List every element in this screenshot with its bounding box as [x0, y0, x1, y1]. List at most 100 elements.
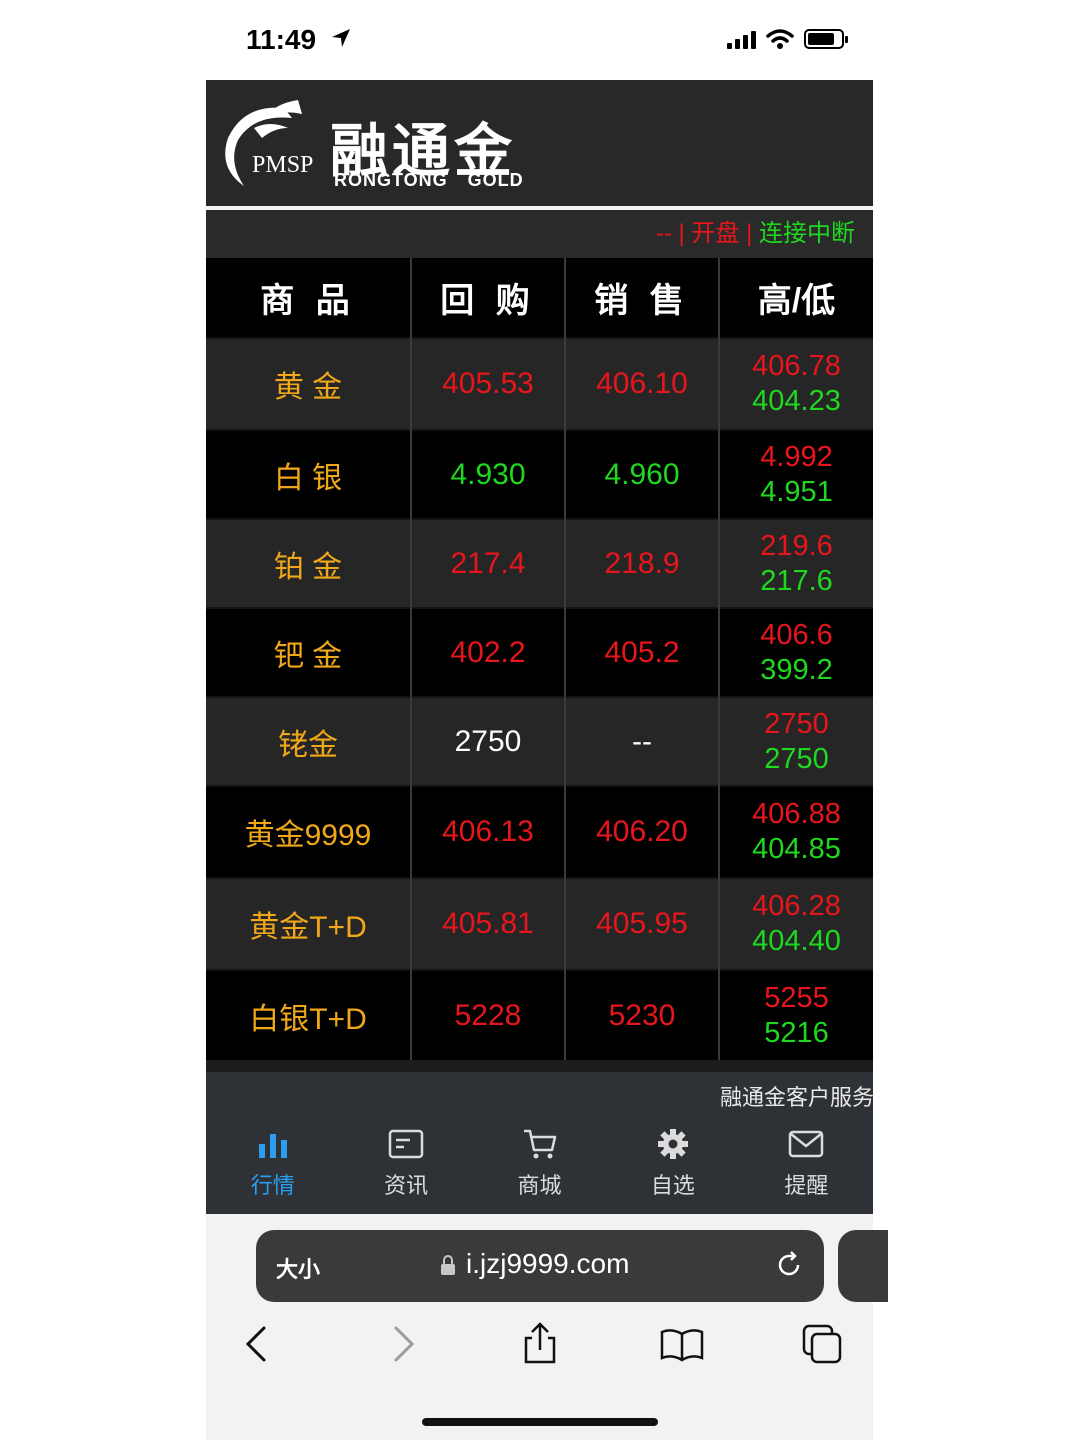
- cellular-signal-icon: [727, 29, 756, 49]
- connection-dash: --: [655, 220, 672, 247]
- table-row[interactable]: 黄金9999 406.13 406.20 406.88 404.85: [206, 785, 873, 878]
- quotes-table: 商 品 回 购 销 售 高/低 黄 金 405.53 406.10 406.78…: [206, 258, 873, 1060]
- status-time: 11:49: [246, 24, 352, 56]
- tab-label: 行情: [250, 1173, 295, 1198]
- text-size-button[interactable]: 大小: [276, 1252, 320, 1284]
- tabs-icon[interactable]: [800, 1322, 844, 1366]
- buyback-price: 217.4: [411, 518, 566, 608]
- safari-nav-row: [206, 1322, 873, 1372]
- product-name: 铑金: [206, 696, 412, 786]
- table-row[interactable]: 黄金T+D 405.81 405.95 406.28 404.40: [206, 877, 873, 970]
- tab-label: 商城: [517, 1173, 562, 1198]
- high-low-cell: 406.6 399.2: [719, 607, 873, 697]
- buyback-price: 4.930: [411, 429, 566, 519]
- reload-icon[interactable]: [774, 1250, 804, 1280]
- connection-separator: |: [678, 220, 685, 247]
- customer-service-marquee: 融通金客户服务: [206, 1072, 873, 1114]
- tab-mall[interactable]: 商城: [473, 1114, 606, 1214]
- high-price: 5255: [764, 981, 829, 1014]
- table-row[interactable]: 黄 金 405.53 406.10 406.78 404.23: [206, 337, 873, 430]
- back-icon[interactable]: [236, 1322, 280, 1366]
- share-icon[interactable]: [518, 1322, 562, 1366]
- logo-header: PMSP 融通金 RONGTONG GOLD: [206, 80, 873, 210]
- high-low-cell: 4.992 4.951: [719, 429, 873, 519]
- tab-label: 提醒: [784, 1173, 829, 1198]
- product-name: 黄金T+D: [206, 877, 412, 970]
- next-tab-preview[interactable]: [838, 1230, 888, 1302]
- logo-pmsp-text: PMSP: [252, 152, 314, 178]
- gear-icon: [657, 1129, 688, 1159]
- high-low-cell: 406.88 404.85: [719, 785, 873, 878]
- battery-icon: [804, 29, 848, 49]
- sell-price: 218.9: [565, 518, 720, 608]
- high-low-cell: 2750 2750: [719, 696, 873, 786]
- table-row[interactable]: 白银T+D 5228 5230 5255 5216: [206, 969, 873, 1060]
- tab-label: 资讯: [384, 1173, 429, 1198]
- bottom-tab-bar: 行情 资讯 商城 自选 提醒: [206, 1114, 873, 1214]
- tab-news[interactable]: 资讯: [339, 1114, 472, 1214]
- low-price: 399.2: [760, 653, 833, 686]
- sell-price: 406.10: [565, 337, 720, 430]
- bookmarks-icon[interactable]: [660, 1322, 704, 1366]
- logo-english-name: RONGTONG GOLD: [334, 170, 524, 190]
- connection-separator: |: [746, 220, 753, 247]
- high-price: 406.88: [752, 798, 841, 831]
- high-price: 219.6: [760, 529, 833, 562]
- product-name: 钯 金: [206, 607, 412, 697]
- low-price: 404.85: [752, 833, 841, 865]
- news-card-icon: [388, 1129, 424, 1159]
- status-icons: [727, 28, 848, 50]
- status-bar: 11:49: [0, 0, 1080, 80]
- bar-chart-icon: [258, 1134, 287, 1158]
- table-row[interactable]: 白 银 4.930 4.960 4.992 4.951: [206, 429, 873, 519]
- buyback-price: 2750: [411, 696, 566, 786]
- high-price: 406.78: [752, 350, 841, 383]
- low-price: 404.23: [752, 385, 841, 417]
- buyback-price: 405.81: [411, 877, 566, 970]
- home-indicator: [422, 1418, 658, 1426]
- header-high-low: 高/低: [719, 258, 873, 338]
- forward-icon[interactable]: [380, 1322, 424, 1366]
- table-header-row: 商 品 回 购 销 售 高/低: [206, 258, 873, 338]
- low-price: 2750: [764, 742, 829, 775]
- high-price: 406.28: [752, 890, 841, 923]
- connection-status: -- | 开盘 | 连接中断: [206, 210, 873, 258]
- market-open-status: 开盘: [691, 220, 740, 247]
- url-text: i.jzj9999.com: [466, 1248, 630, 1279]
- lock-icon: [441, 1255, 455, 1275]
- web-page: PMSP 融通金 RONGTONG GOLD -- | 开盘 | 连接中断 商 …: [206, 80, 873, 1214]
- table-row[interactable]: 铂 金 217.4 218.9 219.6 217.6: [206, 518, 873, 608]
- high-low-cell: 406.78 404.23: [719, 337, 873, 430]
- dragon-logo-icon: [225, 100, 302, 186]
- buyback-price: 405.53: [411, 337, 566, 430]
- low-price: 4.951: [760, 475, 833, 508]
- sell-price: --: [565, 696, 720, 786]
- high-low-cell: 5255 5216: [719, 969, 873, 1060]
- status-time-text: 11:49: [246, 24, 317, 55]
- cart-icon: [523, 1129, 556, 1159]
- product-name: 白银T+D: [206, 969, 412, 1060]
- safari-toolbar: 大小 i.jzj9999.com: [206, 1214, 888, 1440]
- tab-label: 自选: [650, 1173, 695, 1198]
- sell-price: 4.960: [565, 429, 720, 519]
- low-price: 404.40: [752, 925, 841, 957]
- sell-price: 5230: [565, 969, 720, 1060]
- low-price: 217.6: [760, 564, 833, 597]
- high-price: 406.6: [760, 618, 833, 651]
- product-name: 白 银: [206, 429, 412, 519]
- tab-watchlist[interactable]: 自选: [606, 1114, 739, 1214]
- buyback-price: 5228: [411, 969, 566, 1060]
- table-row[interactable]: 铑金 2750 -- 2750 2750: [206, 696, 873, 786]
- tab-market[interactable]: 行情: [206, 1114, 339, 1214]
- wifi-icon: [766, 29, 794, 49]
- header-sell: 销 售: [565, 258, 720, 338]
- high-low-cell: 406.28 404.40: [719, 877, 873, 970]
- table-row[interactable]: 钯 金 402.2 405.2 406.6 399.2: [206, 607, 873, 697]
- tab-alerts[interactable]: 提醒: [740, 1114, 873, 1214]
- sell-price: 405.2: [565, 607, 720, 697]
- product-name: 黄 金: [206, 337, 412, 430]
- address-bar[interactable]: 大小 i.jzj9999.com: [256, 1230, 824, 1302]
- header-product: 商 品: [206, 258, 412, 338]
- customer-service-text: 融通金客户服务: [720, 1085, 873, 1110]
- product-name: 铂 金: [206, 518, 412, 608]
